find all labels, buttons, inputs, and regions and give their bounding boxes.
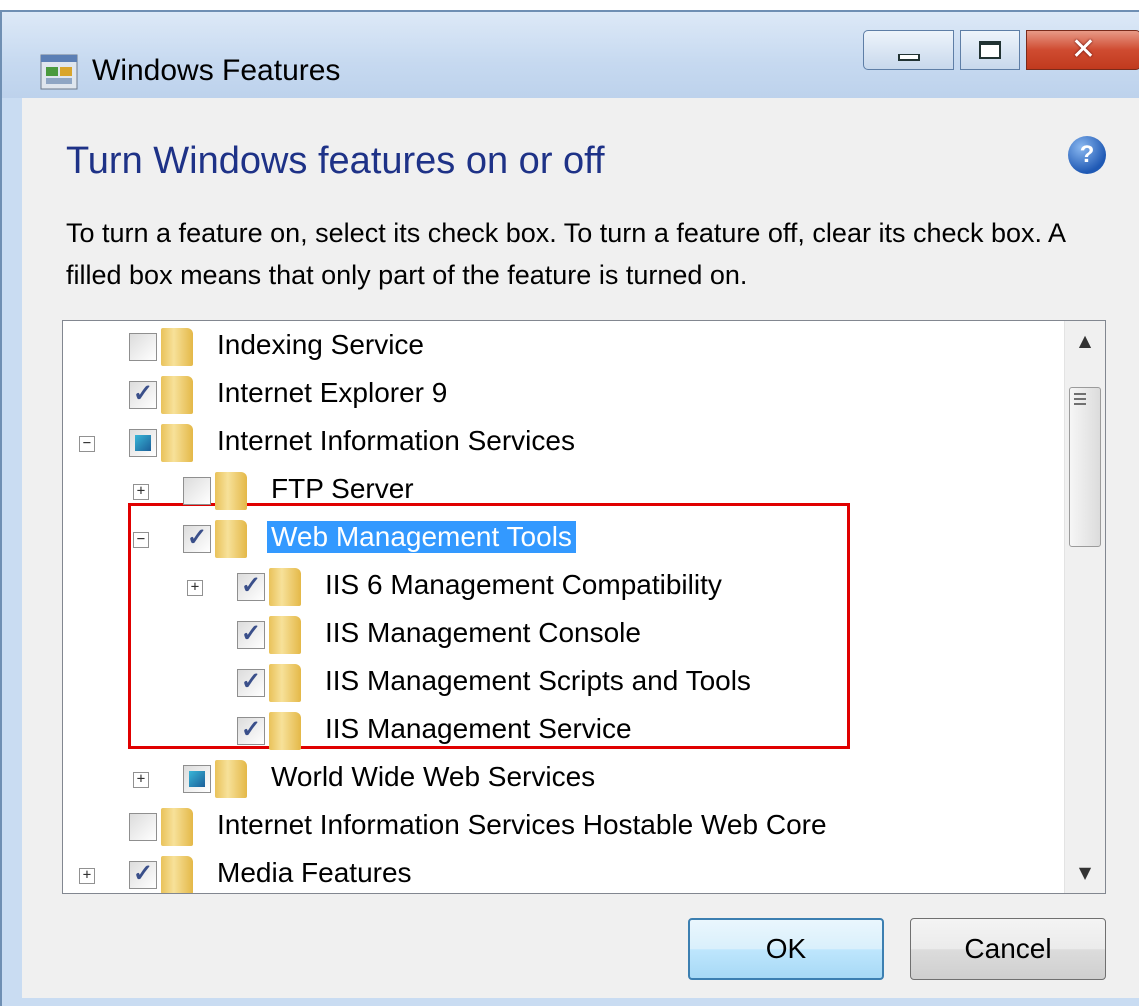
feature-checkbox[interactable] (183, 477, 211, 505)
feature-checkbox[interactable] (129, 379, 157, 409)
folder-icon (161, 856, 193, 893)
maximize-button[interactable] (960, 30, 1020, 70)
tree-item[interactable]: IIS Management Scripts and Tools (63, 659, 1063, 707)
feature-checkbox[interactable] (129, 813, 157, 841)
feature-checkbox[interactable] (183, 523, 211, 553)
tree-item-label[interactable]: IIS Management Console (325, 617, 641, 649)
help-icon[interactable]: ? (1068, 136, 1106, 174)
tree-item[interactable]: Indexing Service (63, 323, 1063, 371)
feature-checkbox[interactable] (129, 429, 157, 457)
windows-features-dialog: Windows Features ✕ Turn Windows features… (0, 10, 1139, 1006)
window-title: Windows Features (92, 54, 341, 87)
maximize-icon (979, 41, 1001, 59)
tree-item-label[interactable]: Internet Explorer 9 (217, 377, 447, 409)
scroll-up-arrow-icon[interactable]: ▲ (1065, 321, 1105, 361)
page-title: Turn Windows features on or off (66, 140, 605, 182)
feature-checkbox[interactable] (129, 859, 157, 889)
collapse-icon[interactable]: − (79, 436, 95, 452)
minimize-icon (897, 53, 920, 61)
feature-checkbox[interactable] (129, 333, 157, 361)
scrollbar-thumb[interactable] (1069, 387, 1101, 547)
expand-icon[interactable]: + (133, 772, 149, 788)
vertical-scrollbar[interactable]: ▲ ▼ (1064, 321, 1105, 893)
folder-icon (269, 664, 301, 702)
feature-checkbox[interactable] (237, 667, 265, 697)
tree-item[interactable]: Internet Information Services Hostable W… (63, 803, 1063, 851)
tree-item-label[interactable]: Media Features (217, 857, 412, 889)
tree-item-label[interactable]: IIS Management Scripts and Tools (325, 665, 751, 697)
scroll-down-arrow-icon[interactable]: ▼ (1065, 853, 1105, 893)
instructions-text: To turn a feature on, select its check b… (66, 218, 1065, 290)
title-bar[interactable]: Windows Features ✕ (2, 12, 1139, 98)
feature-checkbox[interactable] (237, 571, 265, 601)
tree-item[interactable]: Internet Explorer 9 (63, 371, 1063, 419)
tree-item[interactable]: + World Wide Web Services (63, 755, 1063, 803)
features-tree[interactable]: Indexing Service Internet Explorer 9 − Inte… (62, 320, 1106, 894)
folder-icon (215, 520, 247, 558)
close-icon: ✕ (1070, 32, 1097, 67)
feature-checkbox[interactable] (237, 619, 265, 649)
dialog-content: Turn Windows features on or off ? To tur… (22, 98, 1139, 998)
tree-item-label[interactable]: Internet Information Services (217, 425, 575, 457)
tree-item-label[interactable]: Web Management Tools (267, 521, 576, 553)
feature-checkbox[interactable] (237, 715, 265, 745)
tree-item[interactable]: − Internet Information Services (63, 419, 1063, 467)
tree-item[interactable]: + Media Features (63, 851, 1063, 893)
tree-item[interactable]: + FTP Server (63, 467, 1063, 515)
tree-item-label[interactable]: FTP Server (271, 473, 414, 505)
windows-features-app-icon (40, 54, 78, 90)
minimize-button[interactable] (863, 30, 954, 70)
scrollbar-grip-icon (1074, 393, 1086, 408)
tree-item-label[interactable]: Indexing Service (217, 329, 424, 361)
folder-icon (269, 568, 301, 606)
collapse-icon[interactable]: − (133, 532, 149, 548)
close-button[interactable]: ✕ (1026, 30, 1139, 70)
tree-item-label[interactable]: IIS 6 Management Compatibility (325, 569, 722, 601)
folder-icon (269, 712, 301, 750)
expand-icon[interactable]: + (79, 868, 95, 884)
folder-icon (161, 808, 193, 846)
tree-item-label[interactable]: Internet Information Services Hostable W… (217, 809, 827, 841)
tree-item[interactable]: IIS Management Console (63, 611, 1063, 659)
folder-icon (161, 424, 193, 462)
tree-item[interactable]: + IIS 6 Management Compatibility (63, 563, 1063, 611)
expand-icon[interactable]: + (187, 580, 203, 596)
tree-item-label[interactable]: World Wide Web Services (271, 761, 595, 793)
folder-icon (161, 328, 193, 366)
tree-item[interactable]: IIS Management Service (63, 707, 1063, 755)
folder-icon (215, 760, 247, 798)
tree-item-label[interactable]: IIS Management Service (325, 713, 632, 745)
feature-checkbox[interactable] (183, 765, 211, 793)
folder-icon (269, 616, 301, 654)
folder-icon (215, 472, 247, 510)
folder-icon (161, 376, 193, 414)
cancel-button[interactable]: Cancel (910, 918, 1106, 980)
expand-icon[interactable]: + (133, 484, 149, 500)
ok-button[interactable]: OK (688, 918, 884, 980)
tree-item[interactable]: − Web Management Tools (63, 515, 1063, 563)
